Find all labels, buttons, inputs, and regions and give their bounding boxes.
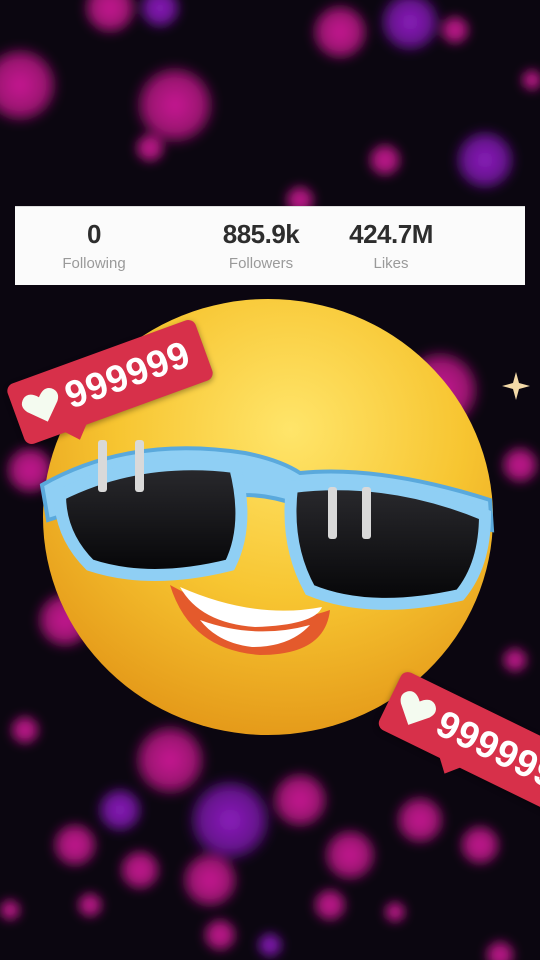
following-label: Following (62, 255, 126, 272)
profile-stats-bar: 0 Following 885.9k Followers 424.7M Like… (15, 206, 525, 285)
followers-label: Followers (228, 255, 294, 272)
stat-following[interactable]: 0 Following (34, 207, 154, 285)
followers-count: 885.9k (222, 219, 300, 249)
following-count: 0 (87, 219, 101, 249)
sparkle-icon (502, 372, 530, 400)
likes-count: 424.7M (349, 219, 433, 249)
stat-followers[interactable]: 885.9k Followers (201, 207, 321, 285)
likes-label: Likes (373, 255, 409, 272)
heart-icon (400, 691, 436, 725)
heart-icon (21, 387, 59, 422)
stat-likes[interactable]: 424.7M Likes (331, 207, 451, 285)
